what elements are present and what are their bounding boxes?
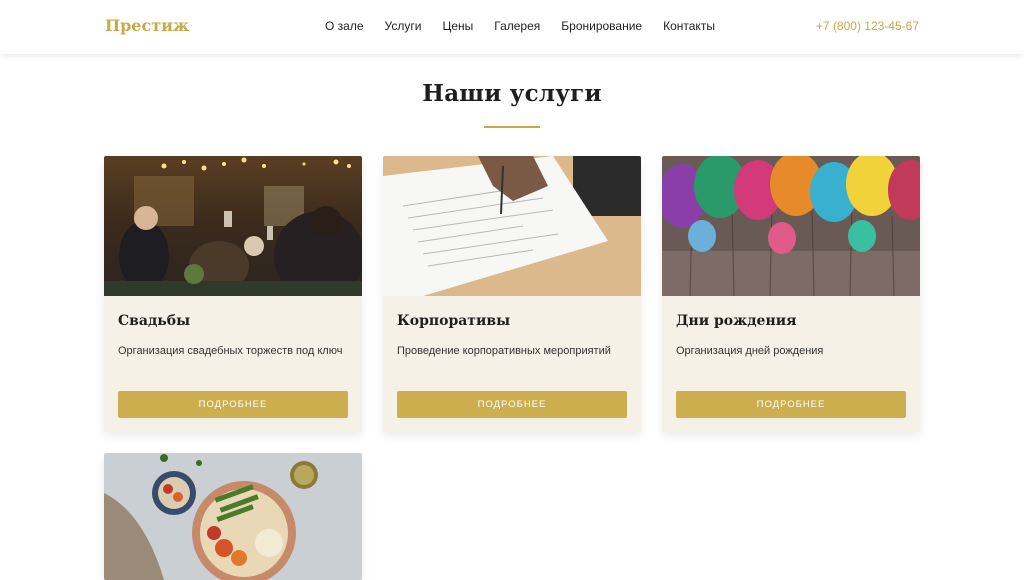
main-nav: О зале Услуги Цены Галерея Бронирование …: [325, 19, 736, 33]
card-description: Организация дней рождения: [676, 345, 824, 357]
service-card-birthdays: Дни рождения Организация дней рождения П…: [662, 156, 920, 432]
wedding-photo: [104, 156, 362, 296]
service-card-weddings: Свадьбы Организация свадебных торжеств п…: [104, 156, 362, 432]
card-title: Корпоративы: [397, 313, 511, 329]
card-description: Проведение корпоративных мероприятий: [397, 345, 611, 357]
phone-number[interactable]: +7 (800) 123-45-67: [816, 19, 919, 33]
balloons-photo: [662, 156, 920, 296]
card-description: Организация свадебных торжеств под ключ: [118, 345, 343, 357]
nav-item-about[interactable]: О зале: [325, 19, 364, 33]
nav-item-booking[interactable]: Бронирование: [561, 19, 642, 33]
section-title: Наши услуги: [422, 80, 602, 107]
nav-item-services[interactable]: Услуги: [385, 19, 422, 33]
more-button[interactable]: ПОДРОБНЕЕ: [676, 391, 906, 418]
service-card-corporate: Корпоративы Проведение корпоративных мер…: [383, 156, 641, 432]
nav-item-contacts[interactable]: Контакты: [663, 19, 715, 33]
service-card-catering: [104, 453, 362, 580]
card-title: Дни рождения: [676, 313, 797, 329]
nav-item-prices[interactable]: Цены: [442, 19, 473, 33]
more-button[interactable]: ПОДРОБНЕЕ: [397, 391, 627, 418]
card-title: Свадьбы: [118, 313, 191, 329]
site-logo[interactable]: Престиж: [105, 16, 189, 35]
more-button[interactable]: ПОДРОБНЕЕ: [118, 391, 348, 418]
food-bowl-photo: [104, 453, 362, 580]
title-underline: [484, 126, 540, 128]
site-header: Престиж О зале Услуги Цены Галерея Брони…: [0, 0, 1024, 54]
nav-item-gallery[interactable]: Галерея: [494, 19, 540, 33]
signing-document-photo: [383, 156, 641, 296]
